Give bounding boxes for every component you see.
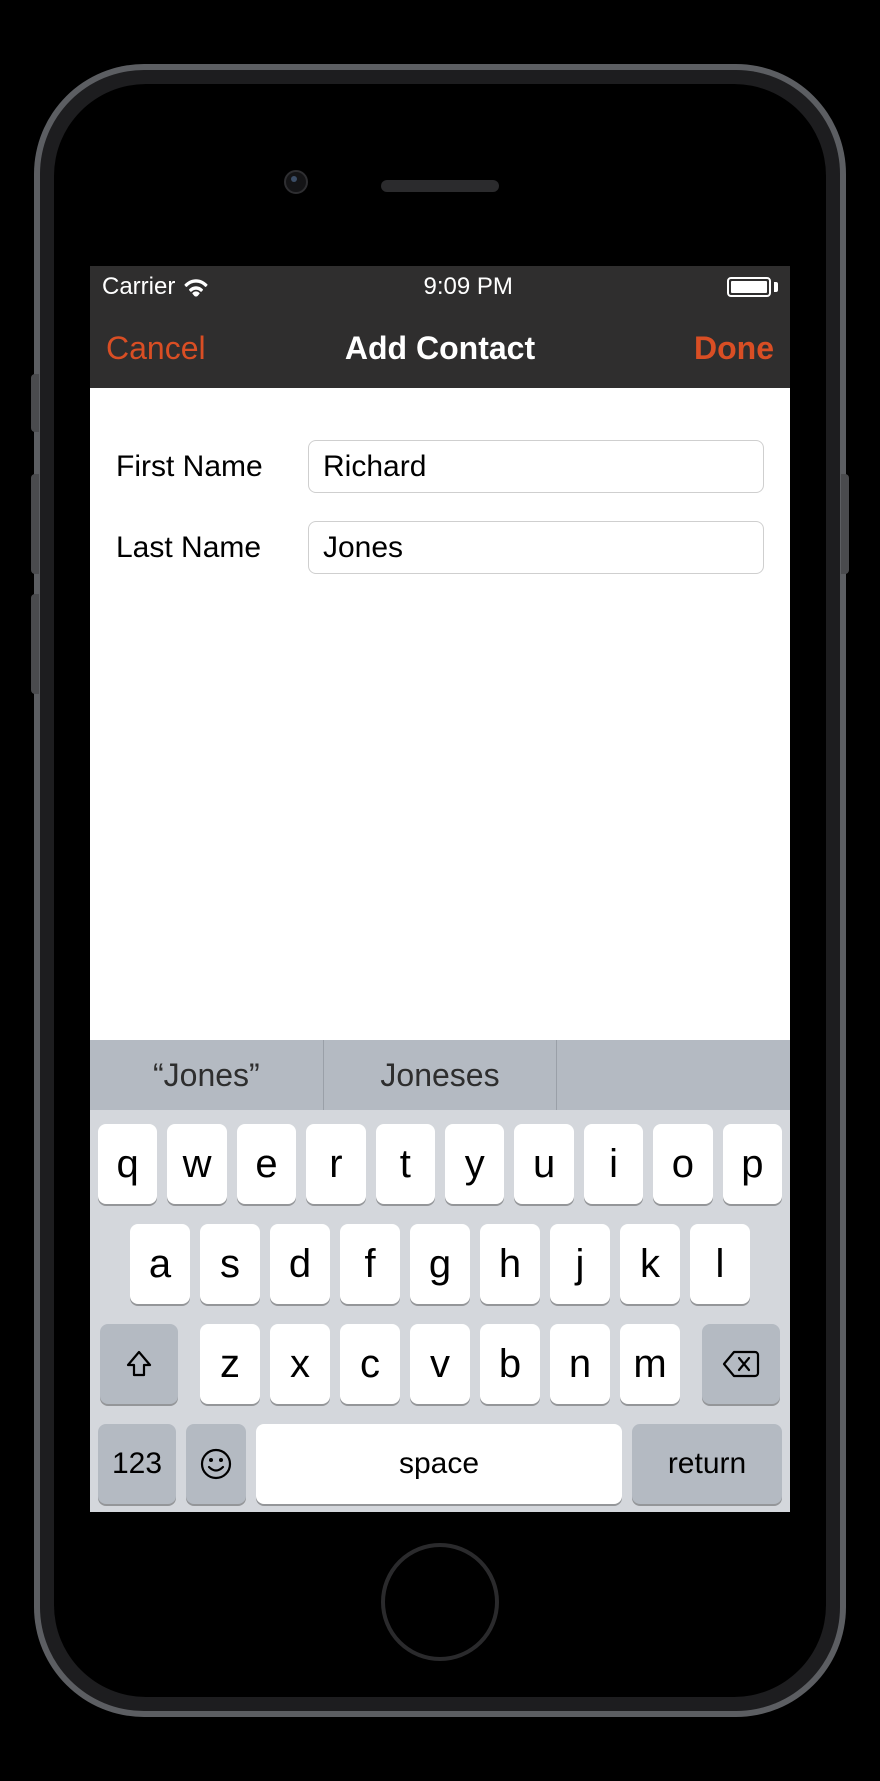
keyboard-row-2: a s d f g h j k l [98, 1224, 782, 1304]
keyboard-row-3: z x c v b n m [98, 1324, 782, 1404]
key-z[interactable]: z [200, 1324, 260, 1404]
key-q[interactable]: q [98, 1124, 157, 1204]
space-key[interactable]: space [256, 1424, 622, 1504]
key-p[interactable]: p [723, 1124, 782, 1204]
home-button[interactable] [381, 1543, 499, 1661]
backspace-icon [722, 1350, 760, 1378]
stage: Carrier 9:09 PM [0, 0, 880, 1781]
key-g[interactable]: g [410, 1224, 470, 1304]
device-frame: Carrier 9:09 PM [34, 64, 846, 1717]
carrier-label: Carrier [102, 273, 175, 301]
key-x[interactable]: x [270, 1324, 330, 1404]
clock: 9:09 PM [423, 273, 512, 301]
last-name-label: Last Name [116, 531, 290, 565]
shift-icon [123, 1348, 155, 1380]
numbers-key[interactable]: 123 [98, 1424, 176, 1504]
key-k[interactable]: k [620, 1224, 680, 1304]
power-button [841, 474, 849, 574]
emoji-icon [199, 1447, 233, 1481]
key-u[interactable]: u [514, 1124, 573, 1204]
emoji-key[interactable] [186, 1424, 246, 1504]
key-w[interactable]: w [167, 1124, 226, 1204]
form: First Name Last Name [90, 388, 790, 1040]
return-key[interactable]: return [632, 1424, 782, 1504]
cancel-button[interactable]: Cancel [106, 330, 206, 367]
key-b[interactable]: b [480, 1324, 540, 1404]
key-j[interactable]: j [550, 1224, 610, 1304]
key-a[interactable]: a [130, 1224, 190, 1304]
device-body: Carrier 9:09 PM [54, 84, 826, 1697]
key-i[interactable]: i [584, 1124, 643, 1204]
done-button[interactable]: Done [694, 330, 774, 367]
first-name-label: First Name [116, 450, 290, 484]
key-t[interactable]: t [376, 1124, 435, 1204]
predictive-suggestion[interactable] [557, 1040, 790, 1110]
key-o[interactable]: o [653, 1124, 712, 1204]
last-name-row: Last Name [116, 521, 764, 574]
key-n[interactable]: n [550, 1324, 610, 1404]
keyboard: q w e r t y u i o p a [90, 1110, 790, 1512]
key-f[interactable]: f [340, 1224, 400, 1304]
device-frame-inner: Carrier 9:09 PM [40, 70, 840, 1711]
key-c[interactable]: c [340, 1324, 400, 1404]
volume-down [31, 594, 39, 694]
key-y[interactable]: y [445, 1124, 504, 1204]
screen: Carrier 9:09 PM [90, 266, 790, 1512]
key-h[interactable]: h [480, 1224, 540, 1304]
earpiece [381, 180, 499, 192]
key-e[interactable]: e [237, 1124, 296, 1204]
key-m[interactable]: m [620, 1324, 680, 1404]
keyboard-row-1: q w e r t y u i o p [98, 1124, 782, 1204]
key-d[interactable]: d [270, 1224, 330, 1304]
volume-up [31, 474, 39, 574]
key-s[interactable]: s [200, 1224, 260, 1304]
battery-icon [727, 277, 778, 297]
first-name-row: First Name [116, 440, 764, 493]
navigation-bar: Cancel Add Contact Done [90, 308, 790, 388]
mute-switch [31, 374, 39, 432]
key-l[interactable]: l [690, 1224, 750, 1304]
last-name-field[interactable] [308, 521, 764, 574]
first-name-field[interactable] [308, 440, 764, 493]
status-bar: Carrier 9:09 PM [90, 266, 790, 308]
front-camera [284, 170, 308, 194]
backspace-key[interactable] [702, 1324, 780, 1404]
key-v[interactable]: v [410, 1324, 470, 1404]
predictive-bar: “Jones” Joneses [90, 1040, 790, 1110]
predictive-suggestion[interactable]: Joneses [324, 1040, 558, 1110]
keyboard-row-4: 123 [98, 1424, 782, 1504]
key-r[interactable]: r [306, 1124, 365, 1204]
wifi-icon [183, 277, 209, 297]
predictive-suggestion[interactable]: “Jones” [90, 1040, 324, 1110]
shift-key[interactable] [100, 1324, 178, 1404]
